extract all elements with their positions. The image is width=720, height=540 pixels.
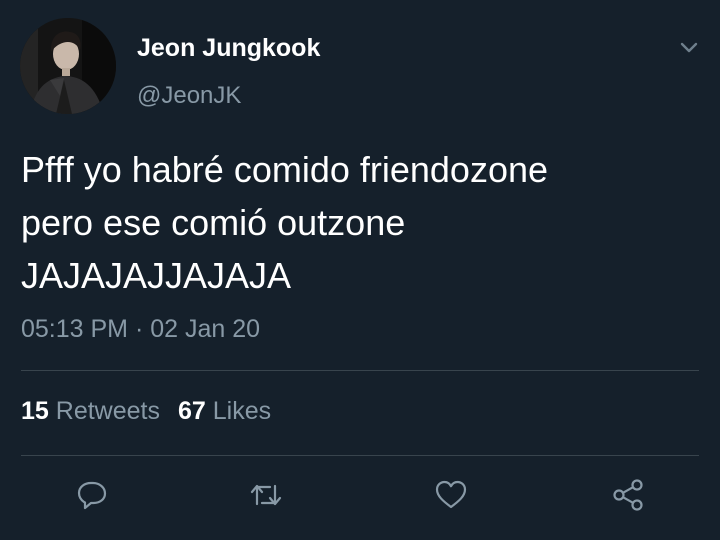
tweet-text-line: JAJAJAJJAJAJA bbox=[21, 255, 292, 296]
tweet-stats: 15 Retweets 67 Likes bbox=[21, 397, 271, 426]
retweets-count: 15 bbox=[21, 397, 49, 425]
tweet-text-line: Pfff yo habré comido friendozone bbox=[21, 149, 549, 190]
share-button[interactable] bbox=[610, 476, 648, 514]
tweet-timestamp[interactable]: 05:13 PM · 02 Jan 20 bbox=[21, 315, 260, 344]
like-button[interactable] bbox=[432, 476, 470, 514]
retweets-label: Retweets bbox=[55, 397, 160, 425]
divider bbox=[21, 370, 699, 371]
retweets-stat[interactable]: 15 Retweets bbox=[21, 397, 160, 425]
retweet-icon bbox=[250, 484, 282, 506]
avatar[interactable] bbox=[20, 18, 116, 114]
share-icon bbox=[613, 479, 643, 511]
author-handle[interactable]: @JeonJK bbox=[137, 82, 241, 110]
likes-label: Likes bbox=[212, 397, 272, 425]
reply-button[interactable] bbox=[73, 476, 111, 514]
tweet-text: Pfff yo habré comido friendozone pero es… bbox=[21, 143, 691, 302]
more-options-button[interactable] bbox=[676, 36, 702, 58]
heart-icon bbox=[435, 480, 467, 509]
tweet-card: Jeon Jungkook @JeonJK Pfff yo habré comi… bbox=[0, 0, 720, 540]
retweet-button[interactable] bbox=[247, 476, 285, 514]
likes-count: 67 bbox=[177, 397, 206, 425]
author-display-name[interactable]: Jeon Jungkook bbox=[137, 34, 320, 63]
avatar-photo bbox=[20, 18, 116, 114]
likes-stat[interactable]: 67 Likes bbox=[178, 397, 271, 425]
tweet-text-line: pero ese comió outzone bbox=[21, 202, 406, 243]
divider bbox=[21, 455, 699, 456]
reply-icon bbox=[77, 481, 107, 510]
chevron-down-icon bbox=[680, 42, 698, 53]
